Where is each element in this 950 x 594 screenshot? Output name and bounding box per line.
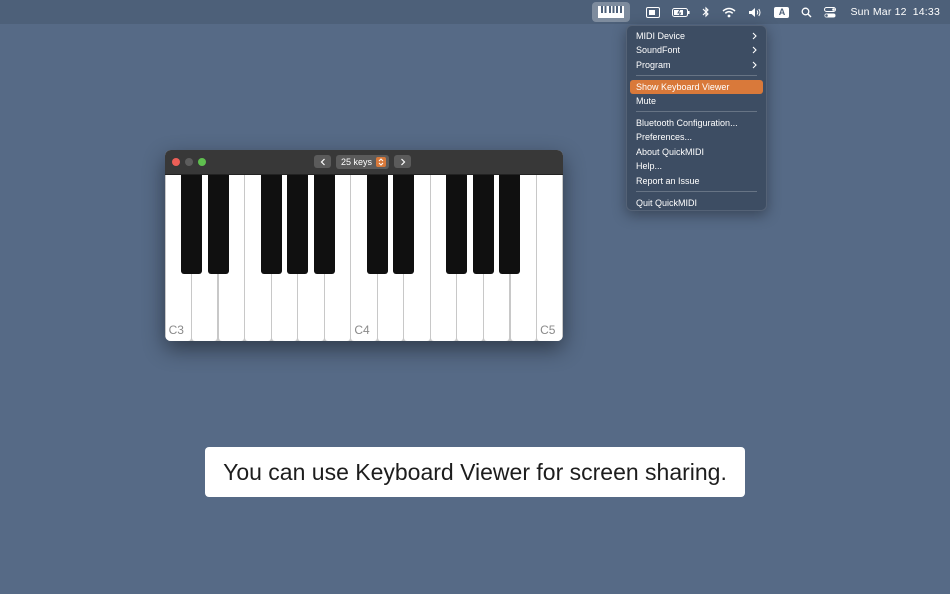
minimize-button[interactable] [185, 158, 193, 166]
octave-label: C5 [540, 323, 556, 337]
menu-separator [636, 111, 757, 112]
menu-separator [636, 75, 757, 76]
menubar-date: Sun Mar 12 [850, 6, 907, 18]
keys-count-value: 25 keys [341, 157, 373, 167]
control-center-icon[interactable] [824, 0, 837, 24]
white-key-c5[interactable]: C5 [537, 175, 563, 341]
black-key-a#3[interactable] [313, 175, 335, 274]
menu-item-label: Mute [636, 96, 657, 106]
chevron-right-icon [400, 158, 405, 165]
menu-item-label: Preferences... [636, 132, 693, 142]
close-button[interactable] [172, 158, 180, 166]
menu-item-label: Show Keyboard Viewer [636, 82, 730, 92]
menu-item-show-keyboard-viewer[interactable]: Show Keyboard Viewer [630, 80, 763, 94]
caption-text: You can use Keyboard Viewer for screen s… [205, 447, 745, 497]
menu-item-label: Program [636, 60, 671, 70]
menu-item-label: MIDI Device [636, 31, 686, 41]
piano-keyboard: C3 C4 C5 [165, 175, 563, 341]
window-titlebar[interactable]: 25 keys [165, 150, 563, 175]
menu-item-help[interactable]: Help... [630, 159, 763, 173]
black-key-a#4[interactable] [499, 175, 521, 274]
octave-down-button[interactable] [314, 155, 331, 168]
black-key-g#3[interactable] [287, 175, 309, 274]
octave-label: C4 [354, 323, 370, 337]
wifi-icon[interactable] [722, 0, 736, 24]
keys-count-select[interactable]: 25 keys [336, 155, 389, 169]
up-down-arrows-icon [376, 157, 386, 167]
quickmidi-menu: MIDI Device SoundFont Program Show Keybo… [626, 25, 767, 211]
battery-icon[interactable] [672, 0, 691, 24]
chevron-right-icon [752, 29, 757, 43]
menubar-clock[interactable]: Sun Mar 12 14:33 [850, 0, 940, 24]
chevron-right-icon [752, 58, 757, 72]
menu-item-midi-device[interactable]: MIDI Device [630, 29, 763, 43]
black-key-c#4[interactable] [366, 175, 388, 274]
menu-item-soundfont[interactable]: SoundFont [630, 43, 763, 57]
black-key-d#4[interactable] [393, 175, 415, 274]
zoom-button[interactable] [198, 158, 206, 166]
bluetooth-icon[interactable] [702, 0, 710, 24]
menu-item-about[interactable]: About QuickMIDI [630, 145, 763, 159]
menu-item-label: Bluetooth Configuration... [636, 118, 738, 128]
menu-item-mute[interactable]: Mute [630, 94, 763, 108]
search-icon[interactable] [801, 0, 812, 24]
menu-bar: A Sun Mar 12 14:33 [0, 0, 950, 24]
chevron-left-icon [320, 158, 325, 165]
black-key-c#3[interactable] [181, 175, 203, 274]
menu-item-bluetooth-configuration[interactable]: Bluetooth Configuration... [630, 116, 763, 130]
black-key-d#3[interactable] [207, 175, 229, 274]
input-source-label: A [774, 6, 790, 18]
menu-item-preferences[interactable]: Preferences... [630, 130, 763, 144]
display-icon[interactable] [646, 0, 661, 24]
black-key-f#4[interactable] [446, 175, 468, 274]
black-key-g#4[interactable] [472, 175, 494, 274]
input-source-icon[interactable]: A [774, 0, 790, 24]
keyboard-viewer-window: 25 keys C3 C4 C5 [165, 150, 563, 341]
chevron-right-icon [752, 43, 757, 57]
piano-icon[interactable] [592, 2, 631, 22]
menu-item-label: Quit QuickMIDI [636, 198, 698, 208]
menu-item-report-issue[interactable]: Report an Issue [630, 174, 763, 188]
menubar-time: 14:33 [912, 6, 940, 18]
menu-item-label: Report an Issue [636, 176, 700, 186]
menu-item-quit[interactable]: Quit QuickMIDI [630, 196, 763, 210]
menu-item-label: About QuickMIDI [636, 147, 705, 157]
menu-item-program[interactable]: Program [630, 58, 763, 72]
volume-icon[interactable] [748, 0, 762, 24]
octave-label: C3 [168, 323, 184, 337]
menu-item-label: Help... [636, 161, 663, 171]
menu-separator [636, 191, 757, 192]
octave-up-button[interactable] [394, 155, 411, 168]
menu-item-label: SoundFont [636, 45, 681, 55]
black-key-f#3[interactable] [260, 175, 282, 274]
